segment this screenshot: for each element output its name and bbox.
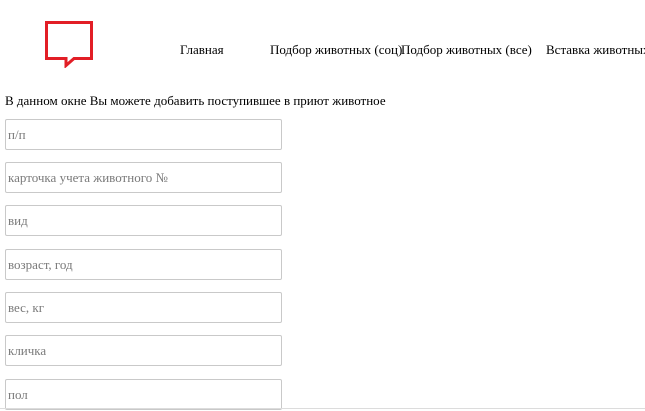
divider [0, 408, 645, 409]
nav-item-select-animals-all[interactable]: Подбор животных (все) [401, 42, 532, 58]
sex-input[interactable] [5, 379, 282, 410]
nav-item-select-animals-social[interactable]: Подбор животных (соц) [270, 42, 402, 58]
age-input[interactable] [5, 249, 282, 280]
speech-bubble-logo-icon [45, 21, 93, 68]
logo-link[interactable] [44, 20, 94, 68]
nav-item-home[interactable]: Главная [180, 42, 224, 58]
page: Главная Подбор животных (соц) Подбор жив… [0, 0, 645, 411]
intro-text: В данном окне Вы можете добавить поступи… [5, 93, 386, 108]
record-number-input[interactable] [5, 119, 282, 150]
species-input[interactable] [5, 205, 282, 236]
nickname-input[interactable] [5, 335, 282, 366]
nav-item-insert-animals[interactable]: Вставка животных [546, 42, 645, 58]
animal-card-number-input[interactable] [5, 162, 282, 193]
weight-input[interactable] [5, 292, 282, 323]
